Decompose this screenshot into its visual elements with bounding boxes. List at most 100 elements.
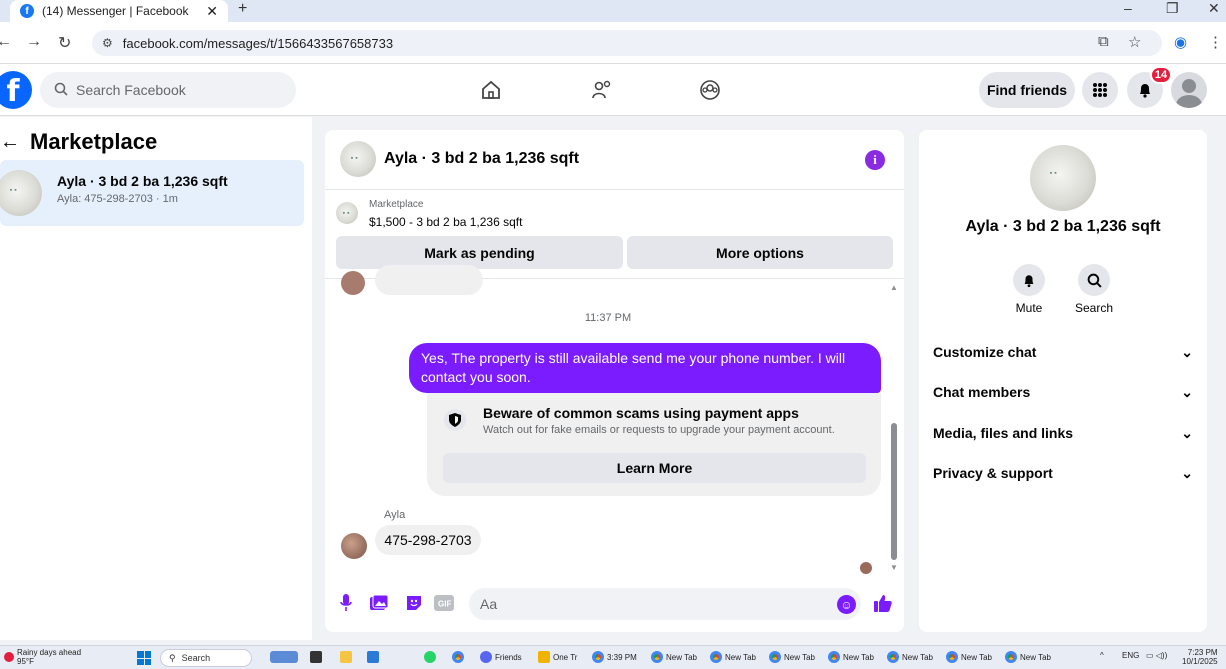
menu-grid-icon[interactable]	[1082, 72, 1118, 108]
photo-icon[interactable]	[368, 592, 390, 614]
back-arrow-icon[interactable]: ←	[0, 131, 20, 154]
browser-tab-messenger[interactable]: f (14) Messenger | Facebook ✕	[10, 0, 228, 22]
chrome-icon[interactable]	[452, 651, 467, 663]
scroll-up-icon[interactable]: ▲	[890, 283, 898, 292]
search-icon: ⚲	[169, 652, 176, 663]
listing-price: $1,500 - 3 bd 2 ba 1,236 sqft	[369, 215, 523, 229]
home-icon[interactable]	[477, 76, 505, 104]
task-view-icon[interactable]	[310, 651, 325, 663]
find-friends-button[interactable]: Find friends	[979, 72, 1075, 108]
taskbar-app-7[interactable]: New Tab	[887, 651, 933, 663]
friends-icon[interactable]	[588, 76, 616, 104]
address-bar[interactable]: ⚙ facebook.com/messages/t/15664335676587…	[92, 30, 1162, 56]
scrollbar-thumb[interactable]	[891, 423, 897, 560]
search-input[interactable]: Search Facebook	[40, 72, 296, 108]
facebook-logo-icon[interactable]: f	[0, 71, 32, 109]
back-icon[interactable]: ←	[0, 33, 12, 51]
taskbar-app-1[interactable]: One Tr	[538, 651, 577, 663]
tray-chevron-icon[interactable]: ^	[1100, 651, 1104, 660]
section-label: Privacy & support	[933, 465, 1053, 481]
close-tab-icon[interactable]: ✕	[206, 3, 218, 20]
microphone-icon[interactable]	[335, 592, 357, 614]
forward-icon[interactable]: →	[26, 33, 42, 51]
start-button[interactable]	[137, 651, 151, 665]
listing-thumbnail	[0, 170, 42, 216]
profile-icon[interactable]: ◉	[1174, 33, 1187, 51]
like-icon[interactable]	[872, 592, 894, 614]
gif-icon[interactable]: GIF	[433, 592, 455, 614]
chat-panel: Ayla · 3 bd 2 ba 1,236 sqft i Marketplac…	[325, 130, 904, 632]
scroll-down-icon[interactable]: ▼	[890, 563, 898, 572]
taskbar-app-9[interactable]: New Tab	[1005, 651, 1051, 663]
chat-title[interactable]: Ayla · 3 bd 2 ba 1,236 sqft	[384, 150, 579, 168]
conversation-item[interactable]: Ayla · 3 bd 2 ba 1,236 sqft Ayla: 475-29…	[0, 160, 304, 226]
incoming-message[interactable]: 475-298-2703	[375, 525, 481, 555]
widgets-icon[interactable]	[270, 651, 301, 663]
mark-as-pending-button[interactable]: Mark as pending	[336, 236, 623, 269]
section-media-files-links[interactable]: Media, files and links ⌄	[933, 413, 1193, 453]
sender-avatar[interactable]	[341, 533, 367, 559]
learn-more-button[interactable]: Learn More	[443, 453, 866, 483]
groups-icon[interactable]	[696, 76, 724, 104]
shield-icon	[444, 409, 466, 431]
clock-date: 10/1/2025	[1182, 657, 1218, 666]
info-icon[interactable]: i	[865, 150, 885, 170]
listing-mini-thumbnail	[336, 202, 358, 224]
minimize-icon[interactable]: –	[1124, 0, 1132, 16]
profile-thumbnail[interactable]	[1030, 145, 1096, 211]
conversation-name: Ayla · 3 bd 2 ba 1,236 sqft	[57, 173, 228, 189]
facebook-header: f Search Facebook Find friends	[0, 64, 1226, 116]
message-list[interactable]: 11:37 PM Yes, The property is still avai…	[325, 265, 904, 579]
cast-icon[interactable]: ⧉	[1098, 33, 1109, 50]
taskbar-app-0[interactable]: Friends	[480, 651, 522, 663]
restore-icon[interactable]: ❐	[1166, 0, 1179, 17]
chat-header: Ayla · 3 bd 2 ba 1,236 sqft i	[325, 130, 904, 190]
taskbar-app-8[interactable]: New Tab	[946, 651, 992, 663]
chat-info-panel: Ayla · 3 bd 2 ba 1,236 sqft Mute Search …	[919, 130, 1207, 632]
conversation-list-panel: ← Marketplace Ayla · 3 bd 2 ba 1,236 sqf…	[0, 117, 312, 640]
conversation-preview: Ayla: 475-298-2703 · 1m	[57, 193, 178, 205]
more-options-button[interactable]: More options	[627, 236, 893, 269]
section-chat-members[interactable]: Chat members ⌄	[933, 372, 1193, 412]
taskbar-search-label: Search	[181, 653, 211, 663]
scam-warning-card: Beware of common scams using payment app…	[427, 393, 881, 496]
weather-widget[interactable]: Rainy days ahead 95°F	[4, 648, 81, 666]
mute-bell-icon[interactable]	[1013, 264, 1045, 296]
section-label: Media, files and links	[933, 425, 1074, 441]
language-indicator[interactable]: ENG	[1122, 651, 1139, 660]
taskbar-app-4[interactable]: New Tab	[710, 651, 756, 663]
mute-label[interactable]: Mute	[999, 301, 1059, 315]
taskbar-app-6[interactable]: New Tab	[828, 651, 874, 663]
app-icon[interactable]	[367, 651, 382, 663]
message-composer: GIF Aa ☺	[325, 582, 904, 626]
message-input[interactable]: Aa	[469, 588, 861, 620]
taskbar-app-3[interactable]: New Tab	[651, 651, 697, 663]
outgoing-message[interactable]: Yes, The property is still available sen…	[409, 343, 881, 393]
section-customize-chat[interactable]: Customize chat ⌄	[933, 332, 1193, 372]
browser-menu-icon[interactable]: ⋮	[1208, 33, 1223, 51]
weather-icon	[4, 652, 14, 662]
new-tab-icon[interactable]: +	[238, 0, 247, 18]
site-settings-icon[interactable]: ⚙	[102, 36, 113, 50]
search-label[interactable]: Search	[1064, 301, 1124, 315]
bookmark-star-icon[interactable]: ☆	[1128, 33, 1141, 51]
file-explorer-icon[interactable]	[340, 651, 355, 663]
sender-name: Ayla	[384, 509, 406, 521]
taskbar-search[interactable]: ⚲ Search	[160, 649, 252, 667]
taskbar-app-5[interactable]: New Tab	[769, 651, 815, 663]
search-icon[interactable]	[1078, 264, 1110, 296]
chat-info-name: Ayla · 3 bd 2 ba 1,236 sqft	[965, 218, 1161, 235]
network-volume-icon[interactable]: ▭ ◁))	[1146, 651, 1167, 660]
clock[interactable]: 7:23 PM 10/1/2025	[1182, 648, 1218, 666]
whatsapp-icon[interactable]	[424, 651, 439, 663]
reload-icon[interactable]: ↻	[58, 33, 71, 53]
section-privacy-support[interactable]: Privacy & support ⌄	[933, 453, 1193, 493]
account-avatar[interactable]	[1171, 72, 1207, 108]
taskbar-app-2[interactable]: 3:39 PM	[592, 651, 637, 663]
sticker-icon[interactable]	[403, 592, 425, 614]
chat-avatar[interactable]	[340, 141, 376, 177]
close-window-icon[interactable]: ✕	[1208, 0, 1220, 17]
message-scrollbar[interactable]: ▲ ▼	[889, 279, 899, 579]
emoji-icon[interactable]: ☺	[837, 595, 856, 614]
chevron-down-icon: ⌄	[1181, 424, 1193, 441]
